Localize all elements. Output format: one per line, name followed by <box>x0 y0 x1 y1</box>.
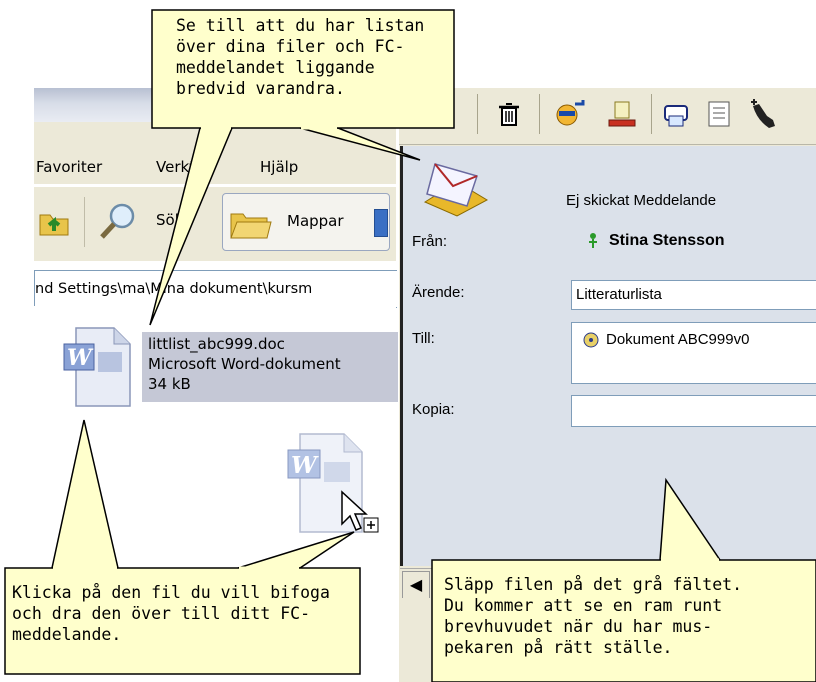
callout-bottomleft-line: meddelande. <box>12 625 122 644</box>
callout-bottomright-line: Du kommer att se en ram runt <box>444 596 723 615</box>
callout-top-line: Se till att du har listan <box>176 16 425 35</box>
callout-bottomleft-tail-2 <box>237 531 355 569</box>
callout-bottomright-line: brevhuvudet när du har mus- <box>444 617 713 636</box>
callout-bottomleft-tail-1 <box>51 419 119 569</box>
callout-bottomright-line: pekaren på rätt ställe. <box>444 638 673 657</box>
callout-top-tail-right <box>299 127 421 161</box>
callout-bottomright-line: Släpp filen på det grå fältet. <box>444 575 743 594</box>
callout-top-line: meddelandet liggande <box>176 58 375 77</box>
callout-bottomleft-line: och dra den över till ditt FC- <box>12 604 311 623</box>
callout-bottomleft-line: Klicka på den fil du vill bifoga <box>12 583 330 602</box>
callout-top-line: bredvid varandra. <box>176 79 345 98</box>
callout-top-line: över dina filer och FC- <box>176 37 405 56</box>
callout-bottomright-tail <box>659 477 722 561</box>
callout-bottomright-text: Släpp filen på det grå fältet. Du kommer… <box>444 574 814 658</box>
callout-bottomleft-text: Klicka på den fil du vill bifoga och dra… <box>12 582 358 645</box>
callout-top-text: Se till att du har listan över dina file… <box>176 15 456 99</box>
callout-top-tail-left <box>149 127 234 326</box>
